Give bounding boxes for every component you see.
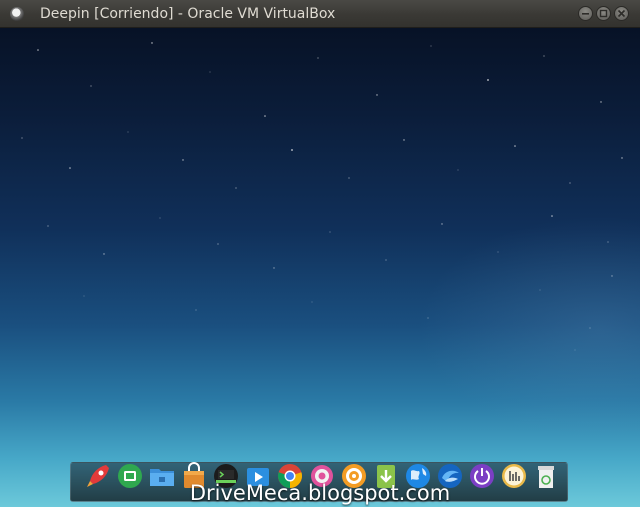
maximize-button[interactable]: [596, 6, 611, 21]
virtualbox-icon[interactable]: [10, 7, 24, 21]
stars-decoration: [21, 42, 623, 351]
window-title: Deepin [Corriendo] - Oracle VM VirtualBo…: [40, 6, 336, 22]
close-icon: [617, 9, 626, 18]
close-button[interactable]: [614, 6, 629, 21]
title-bar[interactable]: Deepin [Corriendo] - Oracle VM VirtualBo…: [0, 0, 640, 28]
maximize-icon: [599, 9, 608, 18]
watermark-text: DriveMeca.blogspot.com: [189, 481, 451, 505]
virtualbox-window: Deepin [Corriendo] - Oracle VM VirtualBo…: [0, 0, 640, 507]
minimize-button[interactable]: [578, 6, 593, 21]
desktop-wallpaper[interactable]: [0, 28, 640, 507]
minimize-icon: [582, 13, 589, 15]
